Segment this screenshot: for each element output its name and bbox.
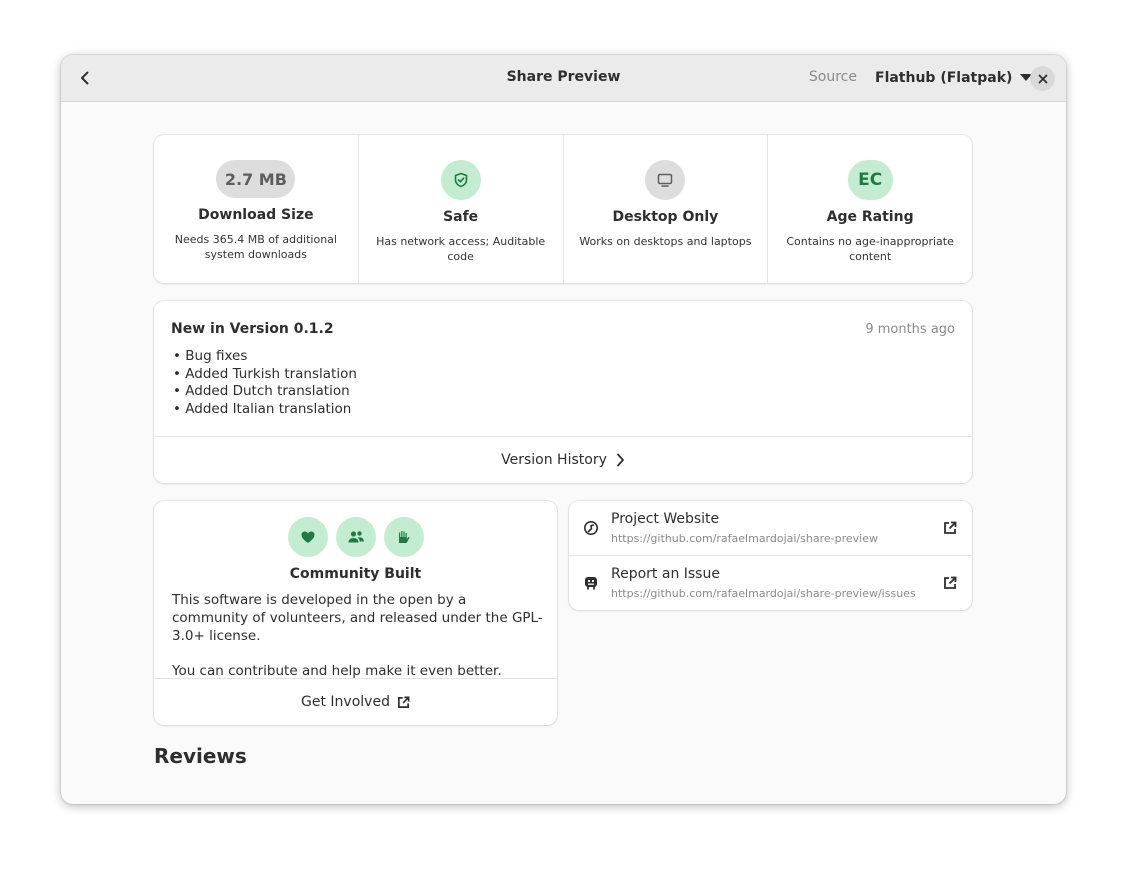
tile-title: Download Size (198, 207, 314, 223)
tile-title: Age Rating (826, 209, 914, 225)
source-dropdown[interactable]: Flathub (Flatpak) (869, 63, 1038, 93)
heart-icon (287, 517, 328, 557)
reviews-heading: Reviews (154, 744, 247, 768)
release-note-item: Added Turkish translation (173, 366, 357, 384)
download-size-badge: 2.7 MB (216, 160, 296, 198)
chevron-left-icon (81, 71, 89, 85)
release-note-item: Bug fixes (173, 348, 357, 366)
tile-age-rating[interactable]: EC Age Rating Contains no age-inappropri… (767, 135, 972, 283)
report-issue-link[interactable]: Report an Issue https://github.com/rafae… (569, 555, 972, 609)
tile-description: Needs 365.4 MB of additional system down… (174, 233, 337, 261)
tile-hardware[interactable]: Desktop Only Works on desktops and lapto… (562, 135, 768, 283)
link-url: https://github.com/rafaelmardojai/share-… (611, 587, 916, 600)
release-notes-list: Bug fixes Added Turkish translation Adde… (173, 348, 357, 419)
external-link-icon (944, 521, 957, 534)
community-text-1: This software is developed in the open b… (172, 592, 543, 644)
close-icon (1038, 74, 1047, 83)
hand-icon (383, 517, 424, 557)
release-note-item: Added Dutch translation (173, 383, 357, 401)
version-history-label: Version History (501, 452, 607, 468)
age-rating-badge: EC (847, 160, 893, 200)
tile-description: Has network access; Auditable code (376, 235, 546, 263)
source-label: Source (808, 69, 857, 85)
community-card: Community Built This software is develop… (154, 501, 557, 725)
links-card: Project Website https://github.com/rafae… (569, 501, 972, 610)
safety-badge (440, 160, 481, 200)
community-title: Community Built (289, 566, 422, 582)
people-icon (335, 517, 376, 557)
release-date: 9 months ago (865, 322, 955, 337)
link-title: Report an Issue (611, 566, 720, 582)
chevron-right-icon (616, 453, 624, 467)
release-notes-card: New in Version 0.1.2 9 months ago Bug fi… (154, 301, 972, 483)
source-value: Flathub (Flatpak) (875, 70, 1013, 86)
shield-icon (454, 172, 467, 188)
get-involved-button[interactable]: Get Involved (154, 678, 557, 725)
context-tiles: 2.7 MB Download Size Needs 365.4 MB of a… (154, 135, 972, 283)
tile-description: Works on desktops and laptops (579, 235, 752, 248)
link-title: Project Website (611, 511, 720, 527)
external-link-icon (944, 576, 957, 589)
tile-description: Contains no age-inappropriate content (786, 235, 954, 263)
get-involved-label: Get Involved (301, 694, 390, 710)
tile-title: Safe (443, 209, 479, 225)
hardware-badge (645, 160, 686, 200)
back-button[interactable] (71, 64, 99, 92)
external-link-icon (397, 696, 410, 708)
community-description: This software is developed in the open b… (172, 591, 543, 680)
link-url: https://github.com/rafaelmardojai/share-… (611, 532, 878, 545)
tile-title: Desktop Only (612, 209, 719, 225)
globe-icon (584, 521, 598, 535)
header-bar: Share Preview Source Flathub (Flatpak) (61, 55, 1066, 102)
tile-safety[interactable]: Safe Has network access; Auditable code (357, 135, 563, 283)
app-window: Share Preview Source Flathub (Flatpak) 2… (61, 55, 1066, 804)
release-note-item: Added Italian translation (173, 401, 357, 419)
monitor-icon (658, 173, 673, 187)
project-website-link[interactable]: Project Website https://github.com/rafae… (569, 501, 972, 555)
close-button[interactable] (1030, 66, 1055, 91)
version-history-button[interactable]: Version History (154, 436, 972, 483)
release-title: New in Version 0.1.2 (171, 321, 334, 337)
bug-icon (585, 577, 597, 590)
community-icons (154, 517, 557, 557)
tile-download-size[interactable]: 2.7 MB Download Size Needs 365.4 MB of a… (154, 135, 358, 283)
